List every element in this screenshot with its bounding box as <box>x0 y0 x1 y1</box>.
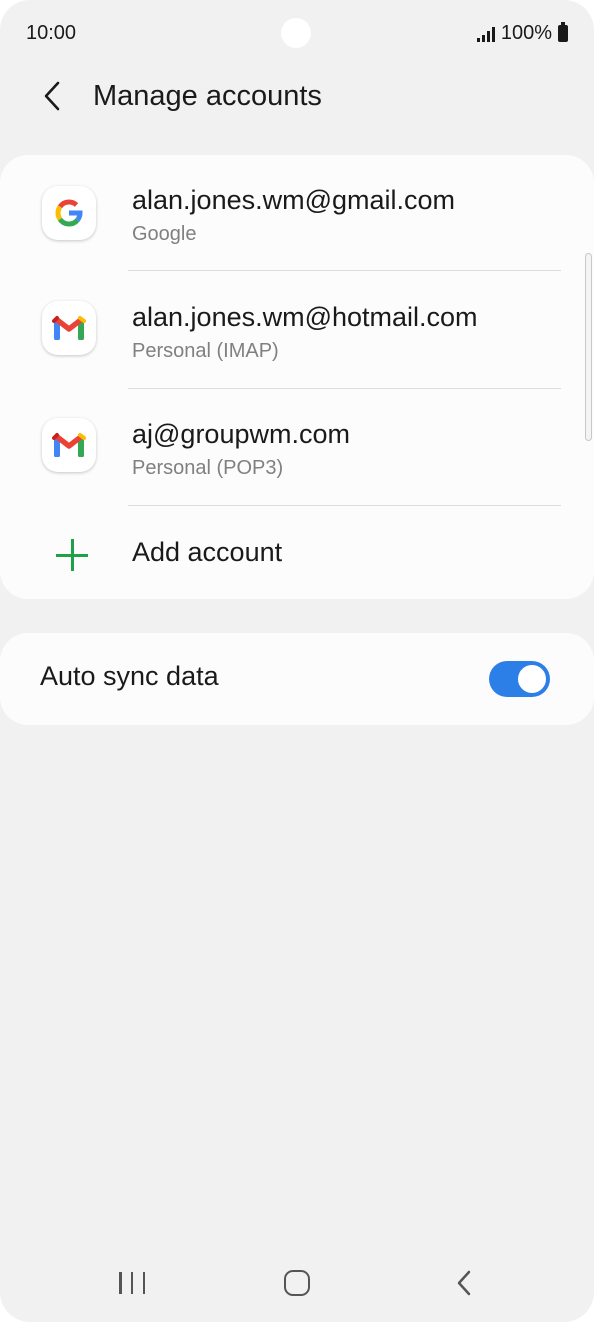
add-account-label: Add account <box>132 537 283 567</box>
add-account-button[interactable]: Add account <box>0 506 594 599</box>
account-email: aj@groupwm.com <box>132 419 350 449</box>
plus-icon <box>56 539 88 571</box>
account-row-hotmail[interactable]: alan.jones.wm@hotmail.com Personal (IMAP… <box>0 271 594 388</box>
camera-cutout <box>281 18 311 48</box>
auto-sync-toggle[interactable] <box>489 661 550 697</box>
battery-percent: 100% <box>500 22 552 44</box>
account-type: Personal (POP3) <box>132 457 284 479</box>
auto-sync-card: Auto sync data <box>0 633 594 725</box>
google-icon <box>42 186 96 240</box>
phone-screen: 10:00 100% Manage accounts alan.jones.wm… <box>0 0 594 1322</box>
back-arrow-icon[interactable] <box>36 78 72 114</box>
recents-icon[interactable] <box>119 1272 145 1294</box>
toggle-knob <box>516 663 548 695</box>
auto-sync-label: Auto sync data <box>40 661 219 691</box>
gmail-icon <box>42 418 96 472</box>
gmail-icon <box>42 301 96 355</box>
account-email: alan.jones.wm@gmail.com <box>132 185 456 215</box>
account-email: alan.jones.wm@hotmail.com <box>132 302 478 332</box>
home-icon[interactable] <box>284 1270 310 1296</box>
status-time: 10:00 <box>26 22 77 44</box>
back-icon[interactable] <box>452 1268 476 1298</box>
status-indicators: 100% <box>476 22 568 45</box>
account-type: Personal (IMAP) <box>132 340 279 362</box>
account-row-groupwm[interactable]: aj@groupwm.com Personal (POP3) <box>0 388 594 505</box>
account-row-google[interactable]: alan.jones.wm@gmail.com Google <box>0 155 594 271</box>
battery-icon <box>558 22 568 42</box>
scrollbar[interactable] <box>585 253 592 441</box>
page-title: Manage accounts <box>93 80 322 112</box>
accounts-card: alan.jones.wm@gmail.com Google alan.jone… <box>0 155 594 599</box>
signal-icon <box>476 26 495 42</box>
account-type: Google <box>132 223 197 245</box>
